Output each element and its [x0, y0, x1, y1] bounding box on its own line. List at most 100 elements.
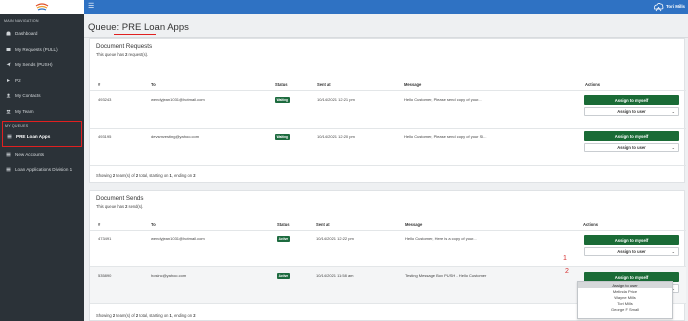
status-badge: Waiting: [275, 97, 290, 103]
subtitle-text: This queue has: [96, 204, 126, 209]
row-id: 493195: [98, 134, 112, 139]
row-id: 493243: [98, 97, 112, 102]
queue-icon: [5, 151, 11, 157]
assign-to-myself-button[interactable]: Assign to myself: [584, 235, 679, 245]
annotation-number-2: 2: [565, 268, 569, 275]
column-header-message: Message: [405, 222, 423, 227]
main-content: Queue: PRE Loan Apps Document Requests T…: [84, 14, 688, 321]
row-sent-at: 10/14/2021 12:22 pm: [316, 236, 354, 241]
sidebar-item-label: Loan Applications Division 1: [15, 167, 73, 173]
sidebar-item-my-contacts[interactable]: My Contacts: [0, 88, 84, 104]
panel-subtitle: This queue has 2 request(s).: [96, 52, 148, 57]
row-message: Hello Customer, Here is a copy of your..…: [405, 236, 477, 241]
column-header-message: Message: [404, 82, 422, 87]
contacts-icon: [5, 93, 11, 99]
footer-text: total, starting on: [138, 173, 170, 178]
page-title: Queue: PRE Loan Apps: [88, 22, 189, 33]
row-to[interactable]: hosinc@yahoo.com: [151, 273, 186, 278]
row-id: 535890: [98, 273, 112, 278]
hamburger-menu-icon[interactable]: ☰: [88, 3, 94, 10]
column-header-actions: Actions: [583, 222, 599, 227]
subtitle-text: request(s).: [127, 52, 149, 57]
column-header-sent-at: Sent at: [317, 82, 331, 87]
sidebar-item-label: My Team: [15, 108, 34, 114]
panel-subtitle: This queue has 2 send(s).: [96, 204, 143, 209]
request-icon: [5, 46, 11, 52]
sidebar-item-label: Dashboard: [15, 31, 38, 37]
sidebar-item-pre-loan-apps[interactable]: PRE Loan Apps: [3, 129, 81, 145]
dropdown-option[interactable]: George F Small: [578, 307, 672, 313]
logo-icon: [35, 3, 49, 11]
footer-number: 2: [193, 313, 196, 318]
sidebar-item-loan-applications-division-1[interactable]: Loan Applications Division 1: [0, 162, 84, 178]
status-badge: Waiting: [275, 134, 290, 140]
footer-text: , ending on: [171, 313, 194, 318]
column-header-status: Status: [277, 222, 290, 227]
sidebar-item-p2[interactable]: P2: [0, 73, 84, 89]
assign-to-myself-button[interactable]: Assign to myself: [584, 95, 679, 105]
row-message: Testing Message Box PUSH - Hello Custome…: [405, 273, 487, 278]
sidebar-item-label: My Sends (PUSH): [15, 62, 53, 68]
sidebar-item-label: My Requests (PULL): [15, 46, 58, 52]
table-footer: Showing 2 team(s) of 2 total, starting o…: [96, 313, 195, 318]
subtitle-text: send(s).: [127, 204, 144, 209]
sidebar-item-my-sends[interactable]: My Sends (PUSH): [0, 57, 84, 73]
row-to[interactable]: devsmvesting@yahoo.com: [151, 134, 199, 139]
row-to[interactable]: wendyjean1031@hotmail.com: [151, 236, 205, 241]
row-message: Hello Customer, Please send copy of your…: [404, 134, 487, 139]
row-id: 473491: [98, 236, 112, 241]
my-queues-section: MY QUEUES PRE Loan Apps: [2, 121, 82, 147]
sidebar-item-new-accounts[interactable]: New Accounts: [0, 147, 84, 163]
my-queues-heading: MY QUEUES: [5, 124, 29, 128]
user-name[interactable]: Tori Mills: [666, 4, 685, 9]
sidebar-item-my-requests[interactable]: My Requests (PULL): [0, 42, 84, 58]
subtitle-text: This queue has: [96, 52, 126, 57]
footer-text: Showing: [96, 313, 113, 318]
row-sent-at: 10/14/2021 12:20 pm: [317, 134, 355, 139]
footer-number: 2: [193, 173, 196, 178]
row-to[interactable]: wendyjean1031@hotmail.com: [151, 97, 205, 102]
sidebar-item-label: P2: [15, 77, 21, 83]
assign-to-myself-button[interactable]: Assign to myself: [584, 131, 679, 141]
top-bar: ☰ Tori Mills: [84, 0, 688, 14]
send-icon: [5, 62, 11, 68]
sidebar-item-label: My Contacts: [15, 93, 41, 99]
column-header-to: To: [151, 222, 156, 227]
footer-text: team(s) of: [115, 313, 136, 318]
logo-area: [0, 0, 84, 14]
column-header-to: To: [151, 82, 156, 87]
row-divider: [90, 165, 686, 166]
sidebar-item-my-team[interactable]: My Team: [0, 104, 84, 120]
chevron-down-icon: ⌄: [671, 249, 675, 254]
status-badge: Active: [277, 273, 290, 279]
footer-text: total, starting on: [138, 313, 170, 318]
team-icon: [5, 108, 11, 114]
panel-title: Document Requests: [96, 43, 153, 50]
column-header-sent-at: Sent at: [316, 222, 330, 227]
document-requests-panel: Document Requests This queue has 2 reque…: [89, 38, 686, 183]
assign-to-user-select[interactable]: Assign to user ⌄: [584, 107, 679, 116]
select-value: Assign to user: [617, 249, 646, 254]
row-sent-at: 10/14/2021 12:21 pm: [317, 97, 355, 102]
chevron-down-icon: ⌄: [671, 109, 675, 114]
annotation-number-1: 1: [563, 255, 567, 262]
user-avatar-icon[interactable]: [653, 2, 664, 12]
queue-icon: [6, 134, 12, 140]
row-divider: [90, 128, 686, 129]
title-underline: [114, 34, 156, 36]
assign-user-dropdown-list[interactable]: Assign to user Melinda Price Wayne Mills…: [577, 281, 673, 319]
sidebar: MAIN NAVIGATION Dashboard My Requests (P…: [0, 0, 84, 321]
assign-to-user-select[interactable]: Assign to user ⌄: [584, 247, 679, 256]
table-footer: Showing 2 team(s) of 2 total, starting o…: [96, 173, 195, 178]
select-value: Assign to user: [617, 145, 646, 150]
chevron-down-icon: ⌄: [671, 145, 675, 150]
footer-text: team(s) of: [115, 173, 136, 178]
assign-to-user-select[interactable]: Assign to user ⌄: [584, 143, 679, 152]
column-header-id: #: [98, 82, 101, 87]
row-divider: [90, 90, 686, 91]
sidebar-item-label: New Accounts: [15, 151, 45, 157]
status-badge: Active: [277, 236, 290, 242]
sidebar-item-dashboard[interactable]: Dashboard: [0, 26, 84, 42]
row-divider: [90, 230, 686, 231]
footer-text: Showing: [96, 173, 113, 178]
